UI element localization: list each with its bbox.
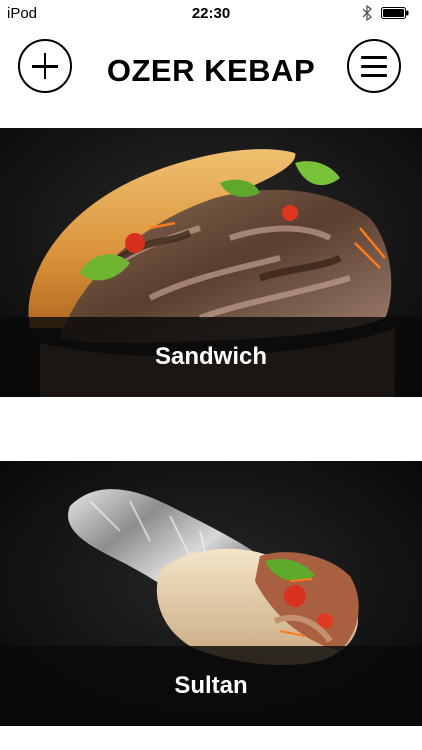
sultan-label: Sultan bbox=[174, 672, 248, 699]
status-time: 22:30 bbox=[191, 5, 231, 22]
status-bar: iPod 22:30 bbox=[0, 0, 422, 28]
bluetooth-icon bbox=[362, 5, 372, 21]
sultan-caption: Sultan bbox=[0, 646, 422, 726]
menu-card-sultan[interactable]: Sultan bbox=[0, 461, 422, 726]
battery-icon bbox=[381, 7, 409, 19]
sandwich-label: Sandwich bbox=[154, 343, 268, 370]
sandwich-caption: Sandwich bbox=[0, 317, 422, 397]
navigation-bar: OZER KEBAP bbox=[0, 28, 422, 124]
menu-button[interactable] bbox=[347, 39, 401, 93]
menu-card-sandwich[interactable]: Sandwich bbox=[0, 128, 422, 397]
